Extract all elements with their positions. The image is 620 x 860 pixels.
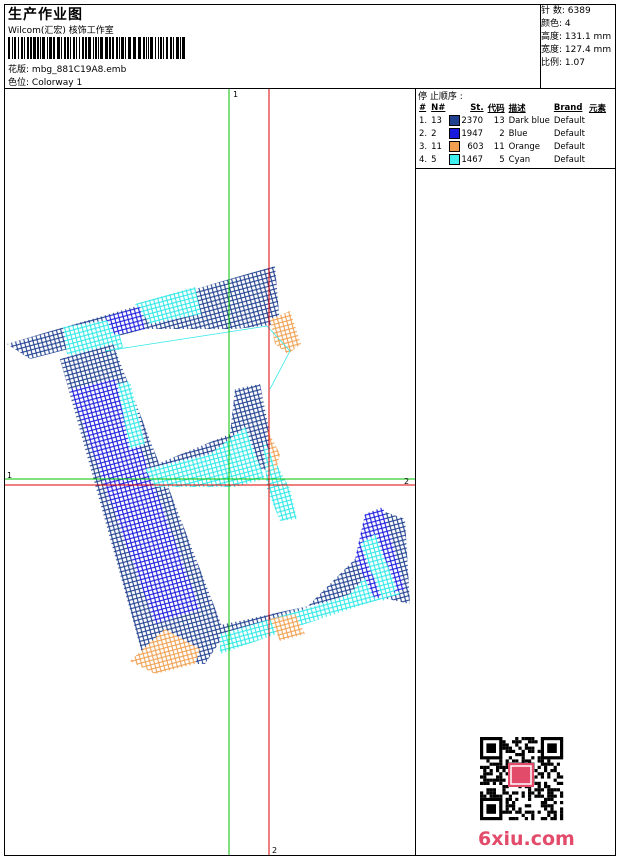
stat-stitches: 针 数: 6389 <box>541 6 591 16</box>
stat-scale: 比例: 1.07 <box>541 58 585 68</box>
stats-panel: 针 数: 6389 颜色: 4 高度: 131.1 mm 宽度: 127.4 m… <box>541 5 611 70</box>
axis-label-left-green: 1 <box>7 471 12 480</box>
axis-label-bottom-red: 2 <box>272 846 277 855</box>
legend-divider <box>415 88 416 856</box>
subtitle: Wilcom(汇宏) 核饰工作室 <box>8 26 114 36</box>
col-code: 代码 <box>487 103 505 114</box>
colorway-field: 色位: Colorway 1 <box>8 75 82 88</box>
embroidery-letter-e <box>7 266 410 674</box>
legend-row: 4. 5 1467 5 Cyan Default <box>419 154 585 165</box>
legend-header-row: # N# St. 代码 描述 Brand 元素 <box>417 101 608 114</box>
design-label: 花版: <box>8 65 30 75</box>
legend-row: 1. 13 2370 13 Dark blue Default <box>419 115 585 126</box>
watermark-site: 6xiu.com <box>478 828 575 850</box>
embroidery-canvas: 1 1 2 2 <box>5 89 415 855</box>
col-description: 描述 <box>508 103 526 114</box>
stitch-region-middle-right <box>263 439 297 521</box>
axis-label-right-red: 2 <box>404 477 409 486</box>
col-stitches: St. <box>470 102 484 113</box>
col-element: 元素 <box>588 103 606 114</box>
col-brand: Brand <box>553 102 583 113</box>
colorway-value: Colorway 1 <box>31 78 83 88</box>
stat-height: 高度: 131.1 mm <box>541 32 612 42</box>
stat-width: 宽度: 127.4 mm <box>541 45 612 55</box>
color-swatch <box>449 154 461 165</box>
legend-bottom-divider <box>415 168 616 169</box>
legend-row: 3. 11 603 11 Orange Default <box>419 141 585 152</box>
color-swatch <box>449 115 461 126</box>
stitch-region-middle-cyan <box>145 427 265 487</box>
jump-stitch <box>104 325 291 390</box>
colorway-label: 色位: <box>8 78 30 88</box>
col-index: # <box>419 102 427 113</box>
design-file-field: 花版: mbg_881C19A8.emb <box>8 62 126 75</box>
stat-colors: 颜色: 4 <box>541 19 571 29</box>
axis-label-top-green: 1 <box>233 90 238 99</box>
legend-row: 2. 2 1947 2 Blue Default <box>419 128 585 139</box>
col-needle: N# <box>431 102 446 113</box>
design-file: mbg_881C19A8.emb <box>31 65 127 75</box>
legend-table: # N# St. 代码 描述 Brand 元素 1. 13 2370 13 Da… <box>417 101 608 166</box>
color-swatch <box>449 128 461 139</box>
color-swatch <box>449 141 461 152</box>
stitch-region-top-right-orange <box>270 311 301 354</box>
barcode <box>8 37 185 59</box>
page-title: 生产作业图 <box>8 7 83 23</box>
